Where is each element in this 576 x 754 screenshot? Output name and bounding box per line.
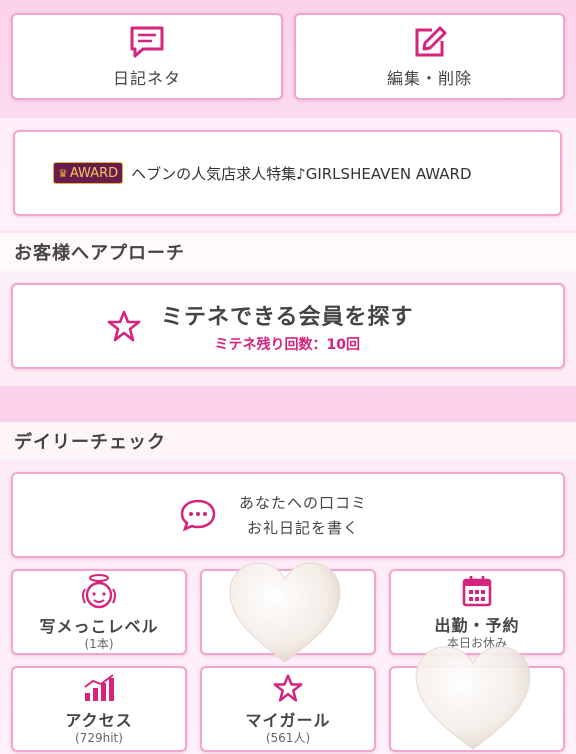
award-badge: ♛ AWARD	[53, 162, 124, 184]
angel-face-icon	[79, 573, 119, 611]
award-text: ヘブンの人気店求人特集♪GIRLSHEAVEN AWARD	[131, 164, 472, 183]
heart-decoration-icon	[229, 562, 341, 663]
star-icon	[273, 673, 303, 703]
edit-delete-button[interactable]: 編集・削除	[294, 13, 565, 100]
bar-chart-icon	[82, 673, 116, 703]
edit-delete-label: 編集・削除	[386, 68, 472, 88]
edit-icon	[412, 25, 448, 59]
my-girl-tile[interactable]: マイガール (561人)	[200, 666, 376, 752]
remaining-count: ミテネ残り回数：10回	[214, 336, 361, 353]
access-count: (729hit)	[75, 731, 123, 745]
access-label: アクセス	[65, 711, 133, 730]
memo-icon	[129, 25, 165, 59]
heart-decoration-icon	[415, 646, 531, 750]
award-badge-text: AWARD	[69, 166, 119, 181]
find-members-button[interactable]: ミテネできる会員を探す ミテネ残り回数：10回	[11, 283, 565, 369]
photo-level-tile[interactable]: 写メっこレベル (1本)	[11, 569, 187, 655]
crown-icon: ♛	[58, 167, 68, 180]
review-button[interactable]: あなたへの口コミ お礼日記を書く	[11, 472, 565, 558]
diary-neta-button[interactable]: 日記ネタ	[11, 13, 283, 100]
chat-bubble-icon	[179, 498, 217, 532]
diary-neta-label: 日記ネタ	[112, 68, 181, 88]
find-members-label: ミテネできる会員を探す	[161, 304, 414, 330]
daily-section-title: デイリーチェック	[0, 422, 576, 460]
access-tile[interactable]: アクセス (729hit)	[11, 666, 187, 752]
my-girl-label: マイガール	[245, 711, 331, 730]
review-line1: あなたへの口コミ	[239, 494, 368, 512]
star-icon	[107, 309, 141, 343]
approach-section-title: お客様へアプローチ	[0, 233, 576, 271]
award-banner[interactable]: ♛ AWARD ヘブンの人気店求人特集♪GIRLSHEAVEN AWARD	[13, 130, 562, 216]
calendar-icon	[461, 574, 493, 608]
attendance-label: 出勤・予約	[434, 616, 520, 635]
my-girl-count: (561人)	[265, 731, 311, 745]
photo-level-label: 写メっこレベル	[39, 617, 159, 636]
photo-level-count: (1本)	[84, 637, 114, 651]
review-line2: お礼日記を書く	[247, 519, 360, 537]
